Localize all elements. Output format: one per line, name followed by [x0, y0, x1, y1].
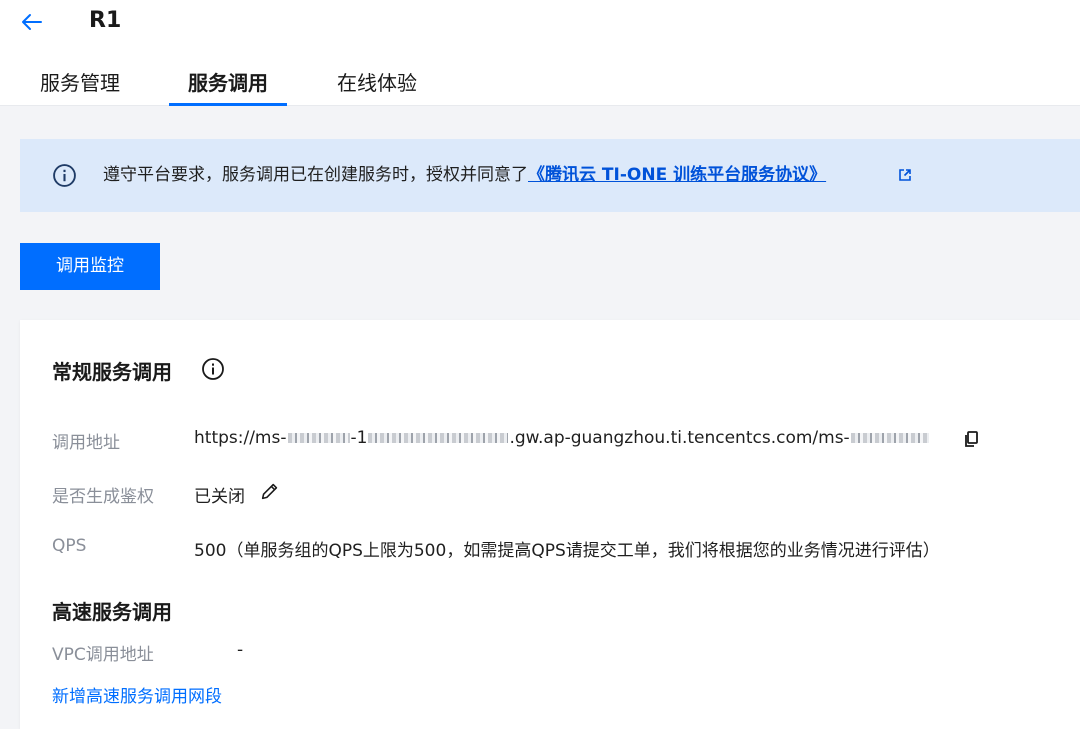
call-address-part: .gw.ap-guangzhou.ti.tencentcs.com/ms-	[509, 428, 850, 448]
page-title: R1	[89, 8, 122, 33]
info-icon[interactable]	[201, 357, 225, 381]
back-arrow-icon[interactable]	[20, 10, 44, 34]
pencil-edit-icon[interactable]	[259, 480, 281, 502]
call-address-label: 调用地址	[52, 433, 120, 453]
qps-value: 500（单服务组的QPS上限为500，如需提高QPS请提交工单，我们将根据您的业…	[194, 541, 940, 561]
qps-label: QPS	[52, 536, 87, 556]
info-icon	[53, 164, 76, 187]
redacted-text	[850, 433, 929, 443]
notice-message: 遵守平台要求，服务调用已在创建服务时，授权并同意了	[103, 165, 528, 185]
call-address-value: https://ms- -1 .gw.ap-guangzhou.ti.tencent…	[194, 428, 930, 448]
redacted-text	[287, 433, 350, 443]
vpc-address-label: VPC调用地址	[52, 645, 154, 665]
copy-icon[interactable]	[962, 430, 980, 448]
add-high-speed-segment-link[interactable]: 新增高速服务调用网段	[52, 682, 222, 707]
external-link-icon[interactable]	[897, 167, 913, 183]
service-agreement-link[interactable]: 《腾讯云 TI-ONE 训练平台服务协议》	[528, 165, 826, 185]
general-call-title: 常规服务调用	[52, 360, 172, 384]
tab-online-experience[interactable]: 在线体验	[333, 58, 421, 106]
auth-status-value: 已关闭	[194, 487, 245, 507]
vpc-address-value: -	[237, 640, 244, 660]
redacted-text	[368, 433, 509, 443]
call-address-part: https://ms-	[194, 428, 287, 448]
high-speed-call-title: 高速服务调用	[52, 600, 172, 624]
service-call-card	[20, 320, 1080, 729]
tab-service-invocation[interactable]: 服务调用	[169, 58, 287, 106]
page-header: R1 服务管理 服务调用 在线体验	[0, 0, 1080, 106]
tab-bar: 服务管理 服务调用 在线体验	[0, 58, 1080, 106]
auth-label: 是否生成鉴权	[52, 487, 154, 507]
call-monitoring-button[interactable]: 调用监控	[20, 243, 160, 290]
call-address-part: -1	[350, 428, 368, 448]
tab-service-management[interactable]: 服务管理	[36, 58, 124, 106]
notice-text: 遵守平台要求，服务调用已在创建服务时，授权并同意了《腾讯云 TI-ONE 训练平…	[103, 163, 826, 188]
